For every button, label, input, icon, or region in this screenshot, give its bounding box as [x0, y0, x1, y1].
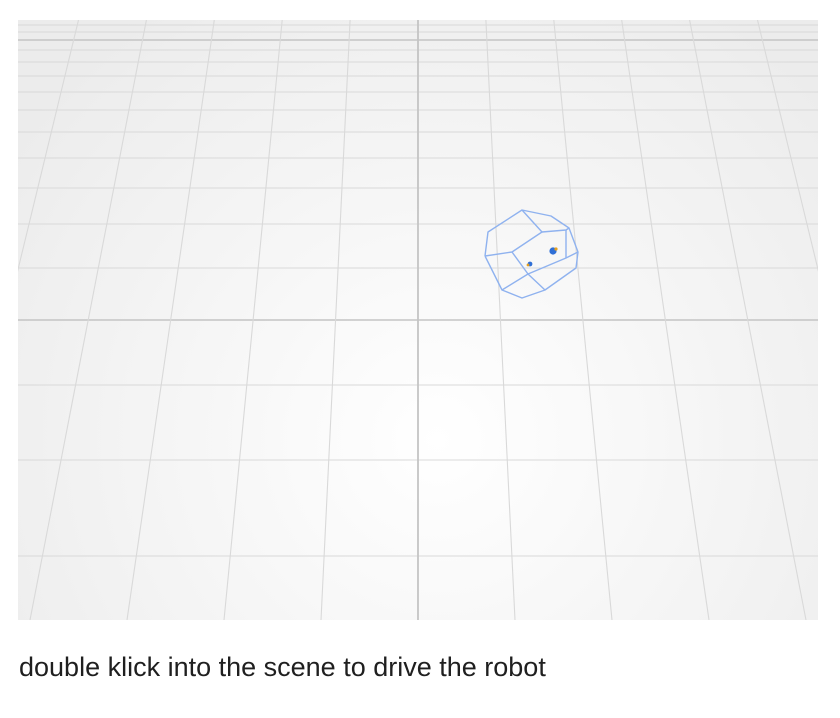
instruction-caption: double klick into the scene to drive the…	[19, 652, 546, 682]
robot-sensor-highlight	[526, 263, 530, 267]
robot-sensor-highlight	[554, 247, 558, 251]
robot-3d-scene-viewport[interactable]	[18, 20, 818, 620]
scene-canvas[interactable]	[18, 20, 818, 620]
